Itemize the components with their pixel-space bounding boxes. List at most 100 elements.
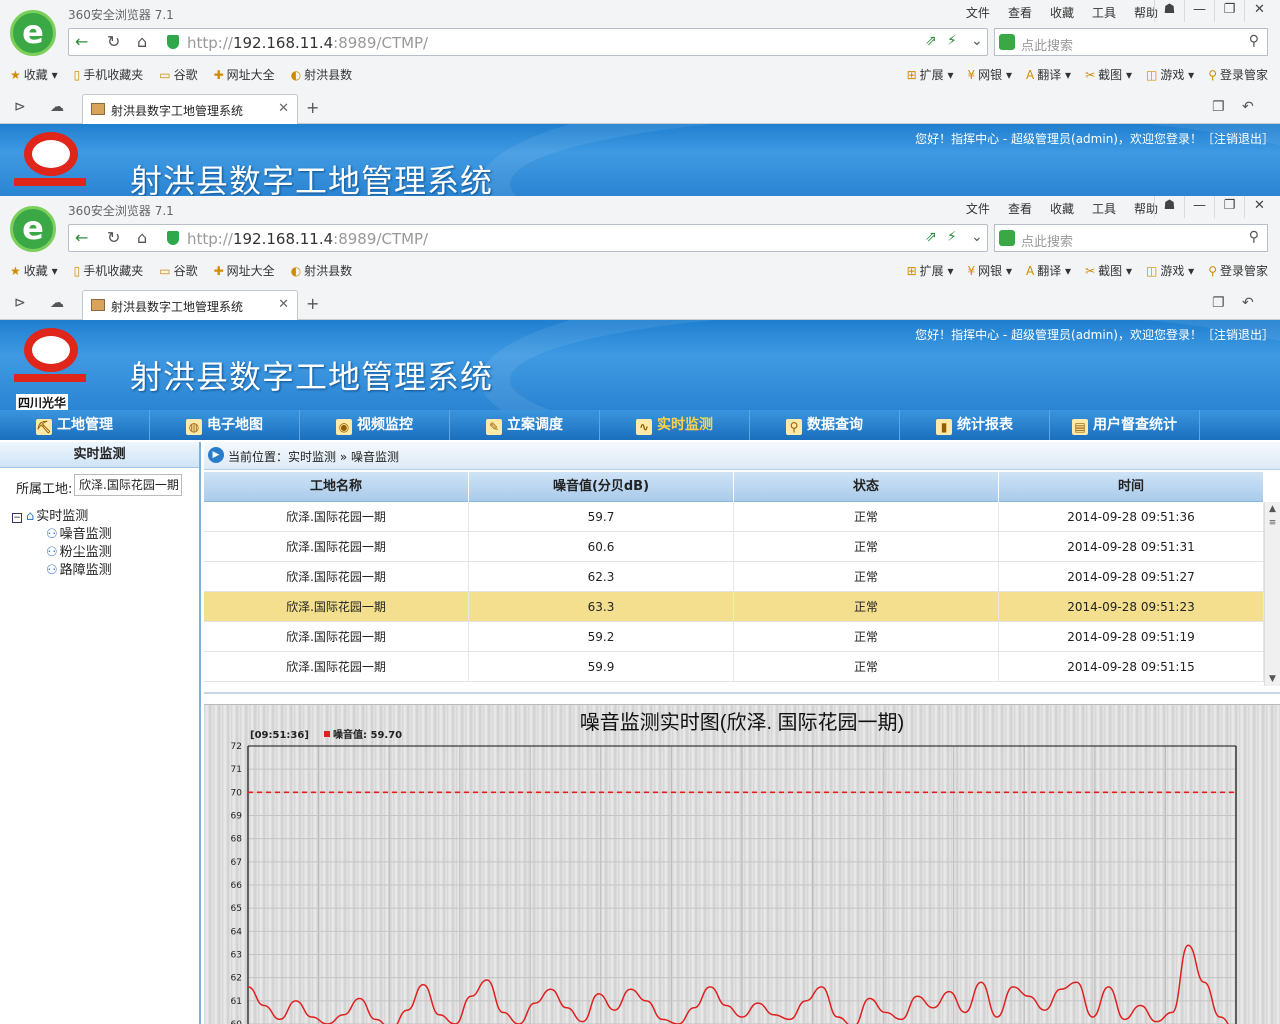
scroll-down-icon[interactable]: ▼: [1265, 672, 1280, 686]
menu-favorites[interactable]: 收藏: [1050, 200, 1074, 217]
address-bar[interactable]: ← ↻ ⌂ http://192.168.11.4:8989/CTMP/ ⇗ ⚡…: [68, 28, 988, 56]
close-window-button[interactable]: ✕: [1244, 0, 1274, 22]
undo-close-icon[interactable]: ↶: [1242, 99, 1254, 115]
nav-item-7[interactable]: ▤ 用户督查统计: [1050, 410, 1200, 440]
tool-extensions[interactable]: ⊞ 扩展 ▾: [907, 66, 954, 83]
close-tab-icon[interactable]: ✕: [278, 297, 289, 312]
table-row[interactable]: 欣泽.国际花园一期 63.3 正常 2014-09-28 09:51:23: [204, 592, 1264, 622]
search-engine-icon[interactable]: [999, 230, 1015, 246]
url-text[interactable]: http://192.168.11.4:8989/CTMP/: [187, 230, 428, 248]
nav-item-2[interactable]: ◉ 视频监控: [300, 410, 450, 440]
tree-root[interactable]: − ⌂ 实时监测: [12, 508, 112, 526]
table-row[interactable]: 欣泽.国际花园一期 60.6 正常 2014-09-28 09:51:31: [204, 532, 1264, 562]
home-icon[interactable]: ⌂: [137, 228, 147, 247]
tab-active[interactable]: 射洪县数字工地管理系统 ✕: [82, 290, 298, 320]
cloud-icon[interactable]: ☁: [50, 99, 64, 115]
column-header-status[interactable]: 状态: [734, 472, 999, 502]
speed-mode-icon[interactable]: ⚡: [947, 33, 957, 49]
dropdown-icon[interactable]: ⌄: [971, 229, 983, 245]
url-text[interactable]: http://192.168.11.4:8989/CTMP/: [187, 34, 428, 52]
refresh-icon[interactable]: ↻: [107, 228, 120, 247]
close-window-button[interactable]: ✕: [1244, 196, 1274, 218]
menu-view[interactable]: 查看: [1008, 200, 1032, 217]
nav-item-5[interactable]: ⚲ 数据查询: [750, 410, 900, 440]
tool-screenshot[interactable]: ✂ 截图 ▾: [1085, 66, 1132, 83]
menu-tools[interactable]: 工具: [1092, 4, 1116, 21]
search-box[interactable]: 点此搜索 ⚲: [994, 224, 1268, 252]
skin-icon[interactable]: ☗: [1154, 196, 1184, 218]
fav-sites[interactable]: ✚ 网址大全: [214, 262, 275, 279]
fav-collect[interactable]: ★ 收藏 ▾: [10, 262, 58, 279]
fav-google[interactable]: ▭ 谷歌: [159, 262, 197, 279]
search-box[interactable]: 点此搜索 ⚲: [994, 28, 1268, 56]
share-icon[interactable]: ⇗: [925, 229, 937, 245]
tool-games[interactable]: ◫ 游戏 ▾: [1146, 262, 1194, 279]
table-row[interactable]: 欣泽.国际花园一期 59.7 正常 2014-09-28 09:51:36: [204, 502, 1264, 532]
fav-google[interactable]: ▭ 谷歌: [159, 66, 197, 83]
tool-translate[interactable]: A 翻译 ▾: [1026, 66, 1071, 83]
restore-tab-icon[interactable]: ❐: [1212, 295, 1225, 311]
tree-item-noise[interactable]: ⚇ 噪音监测: [12, 526, 112, 544]
scroll-thumb[interactable]: ≡: [1265, 516, 1280, 530]
tool-extensions[interactable]: ⊞ 扩展 ▾: [907, 262, 954, 279]
table-row[interactable]: 欣泽.国际花园一期 62.3 正常 2014-09-28 09:51:27: [204, 562, 1264, 592]
column-header-noise[interactable]: 噪音值(分贝dB): [469, 472, 734, 502]
minimize-button[interactable]: —: [1184, 0, 1214, 22]
refresh-icon[interactable]: ↻: [107, 32, 120, 51]
fav-mobile[interactable]: ▯ 手机收藏夹: [74, 262, 144, 279]
tool-screenshot[interactable]: ✂ 截图 ▾: [1085, 262, 1132, 279]
column-header-time[interactable]: 时间: [999, 472, 1264, 502]
fav-shehong[interactable]: ◐ 射洪县数: [291, 66, 353, 83]
collapse-icon[interactable]: −: [12, 513, 22, 523]
tool-bank[interactable]: ¥ 网银 ▾: [967, 66, 1012, 83]
table-row[interactable]: 欣泽.国际花园一期 59.2 正常 2014-09-28 09:51:19: [204, 622, 1264, 652]
tool-games[interactable]: ◫ 游戏 ▾: [1146, 66, 1194, 83]
menu-file[interactable]: 文件: [966, 200, 990, 217]
cloud-icon[interactable]: ☁: [50, 295, 64, 311]
search-engine-icon[interactable]: [999, 34, 1015, 50]
nav-item-3[interactable]: ✎ 立案调度: [450, 410, 600, 440]
fav-collect[interactable]: ★ 收藏 ▾: [10, 66, 58, 83]
tree-item-barrier[interactable]: ⚇ 路障监测: [12, 562, 112, 580]
sidebar-toggle-icon[interactable]: ⊳: [14, 295, 26, 311]
minimize-button[interactable]: —: [1184, 196, 1214, 218]
nav-item-0[interactable]: ⛏ 工地管理: [0, 410, 150, 440]
nav-item-1[interactable]: ◍ 电子地图: [150, 410, 300, 440]
tab-active[interactable]: 射洪县数字工地管理系统 ✕: [82, 94, 298, 124]
welcome-text[interactable]: 您好！指挥中心 - 超级管理员(admin)，欢迎您登录！［注销退出］: [915, 326, 1274, 343]
back-icon[interactable]: ←: [75, 32, 88, 51]
tree-item-dust[interactable]: ⚇ 粉尘监测: [12, 544, 112, 562]
tool-bank[interactable]: ¥ 网银 ▾: [967, 262, 1012, 279]
column-header-site[interactable]: 工地名称: [204, 472, 469, 502]
undo-close-icon[interactable]: ↶: [1242, 295, 1254, 311]
menu-view[interactable]: 查看: [1008, 4, 1032, 21]
menu-tools[interactable]: 工具: [1092, 200, 1116, 217]
nav-item-4[interactable]: ∿ 实时监测: [600, 410, 750, 440]
tool-login-manager[interactable]: ⚲ 登录管家: [1208, 262, 1268, 279]
restore-tab-icon[interactable]: ❐: [1212, 99, 1225, 115]
fav-shehong[interactable]: ◐ 射洪县数: [291, 262, 353, 279]
menu-file[interactable]: 文件: [966, 4, 990, 21]
table-scrollbar[interactable]: ▲ ≡ ▼: [1264, 502, 1280, 686]
site-select[interactable]: 欣泽.国际花园一期: [74, 474, 182, 496]
maximize-button[interactable]: ❐: [1214, 196, 1244, 218]
tool-login-manager[interactable]: ⚲ 登录管家: [1208, 66, 1268, 83]
home-icon[interactable]: ⌂: [137, 32, 147, 51]
tool-translate[interactable]: A 翻译 ▾: [1026, 262, 1071, 279]
fav-sites[interactable]: ✚ 网址大全: [214, 66, 275, 83]
new-tab-button[interactable]: +: [306, 294, 319, 313]
speed-mode-icon[interactable]: ⚡: [947, 229, 957, 245]
welcome-text-top[interactable]: 您好！指挥中心 - 超级管理员(admin)，欢迎您登录！［注销退出］: [915, 130, 1274, 147]
sidebar-toggle-icon[interactable]: ⊳: [14, 99, 26, 115]
table-row[interactable]: 欣泽.国际花园一期 59.9 正常 2014-09-28 09:51:15: [204, 652, 1264, 682]
dropdown-icon[interactable]: ⌄: [971, 33, 983, 49]
address-bar[interactable]: ← ↻ ⌂ http://192.168.11.4:8989/CTMP/ ⇗ ⚡…: [68, 224, 988, 252]
back-icon[interactable]: ←: [75, 228, 88, 247]
skin-icon[interactable]: ☗: [1154, 0, 1184, 22]
fav-mobile[interactable]: ▯ 手机收藏夹: [74, 66, 144, 83]
share-icon[interactable]: ⇗: [925, 33, 937, 49]
menu-favorites[interactable]: 收藏: [1050, 4, 1074, 21]
nav-item-6[interactable]: ▮ 统计报表: [900, 410, 1050, 440]
new-tab-button[interactable]: +: [306, 98, 319, 117]
close-tab-icon[interactable]: ✕: [278, 101, 289, 116]
